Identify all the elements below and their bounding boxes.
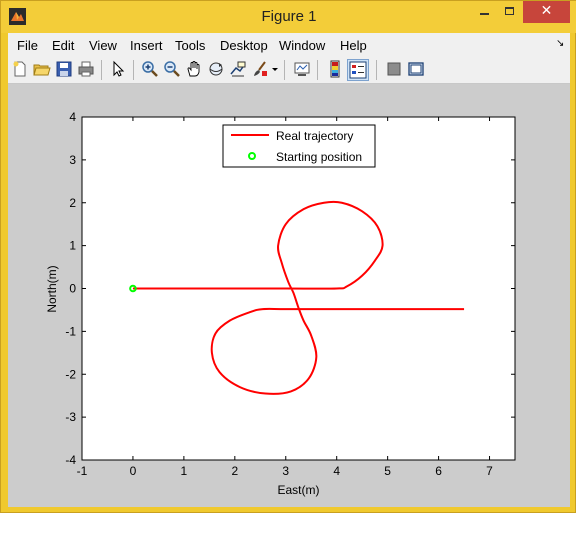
menu-help[interactable]: Help bbox=[340, 38, 367, 53]
y-tick-label: -4 bbox=[65, 453, 76, 467]
open-file-icon[interactable] bbox=[33, 60, 51, 78]
maximize-icon bbox=[505, 7, 514, 15]
edit-plot-arrow-icon[interactable] bbox=[109, 60, 127, 78]
print-figure-icon[interactable] bbox=[77, 60, 95, 78]
brush-dropdown-icon[interactable] bbox=[270, 60, 280, 78]
y-tick-label: 0 bbox=[69, 282, 76, 296]
menu-view[interactable]: View bbox=[89, 38, 117, 53]
toolbar-separator bbox=[284, 60, 285, 80]
figure-canvas[interactable]: -1 0 1 2 3 4 5 6 7 -4 -3 -2 -1 0 1 2 3 4 East(m) North(m)… bbox=[1, 84, 570, 539]
menu-insert[interactable]: Insert bbox=[130, 38, 163, 53]
toolbar-separator bbox=[317, 60, 318, 80]
y-tick-label: -1 bbox=[65, 324, 76, 338]
x-tick-label: -1 bbox=[77, 464, 88, 478]
new-figure-icon[interactable] bbox=[11, 60, 29, 78]
zoom-in-icon[interactable] bbox=[141, 60, 159, 78]
insert-legend-button[interactable] bbox=[347, 59, 369, 81]
x-tick-label: 1 bbox=[181, 464, 188, 478]
minimize-button[interactable] bbox=[471, 1, 497, 23]
title-bar[interactable]: Figure 1 ✕ bbox=[1, 1, 576, 33]
x-axis-label: East(m) bbox=[278, 483, 320, 497]
figure-toolbar bbox=[8, 56, 570, 84]
minimize-icon bbox=[480, 13, 489, 15]
y-tick-label: 2 bbox=[69, 196, 76, 210]
maximize-button[interactable] bbox=[497, 1, 523, 23]
legend-label-real-trajectory: Real trajectory bbox=[276, 129, 353, 143]
hide-plot-tools-icon[interactable] bbox=[385, 60, 403, 78]
insert-legend-icon bbox=[349, 61, 367, 79]
save-figure-icon[interactable] bbox=[55, 60, 73, 78]
x-tick-label: 3 bbox=[282, 464, 289, 478]
x-tick-label: 6 bbox=[435, 464, 442, 478]
zoom-out-icon[interactable] bbox=[163, 60, 181, 78]
close-icon: ✕ bbox=[540, 3, 553, 19]
y-tick-label: 4 bbox=[69, 110, 76, 124]
y-tick-label: 1 bbox=[69, 239, 76, 253]
x-tick-label: 7 bbox=[486, 464, 493, 478]
toolbar-separator bbox=[376, 60, 377, 80]
legend[interactable]: Real trajectory Starting position bbox=[222, 124, 376, 168]
x-tick-label: 5 bbox=[384, 464, 391, 478]
toolbar-separator bbox=[133, 60, 134, 80]
x-tick-label: 2 bbox=[231, 464, 238, 478]
link-plot-icon[interactable] bbox=[293, 60, 311, 78]
y-axis-label: North(m) bbox=[45, 265, 59, 312]
menu-desktop[interactable]: Desktop bbox=[220, 38, 268, 53]
menu-bar: File Edit View Insert Tools Desktop Wind… bbox=[8, 33, 570, 56]
pan-hand-icon[interactable] bbox=[185, 60, 203, 78]
insert-colorbar-icon[interactable] bbox=[326, 60, 344, 78]
dock-arrow-icon[interactable]: ↘ bbox=[556, 38, 564, 49]
menu-window[interactable]: Window bbox=[279, 38, 325, 53]
y-tick-label: 3 bbox=[69, 153, 76, 167]
figure-window: Figure 1 ✕ File Edit View Insert Tools D… bbox=[0, 0, 576, 513]
rotate-3d-icon[interactable] bbox=[207, 60, 225, 78]
brush-icon[interactable] bbox=[251, 60, 269, 78]
close-button[interactable]: ✕ bbox=[523, 1, 570, 23]
menu-tools[interactable]: Tools bbox=[175, 38, 205, 53]
y-tick-label: -3 bbox=[65, 410, 76, 424]
x-tick-label: 4 bbox=[333, 464, 340, 478]
menu-file[interactable]: File bbox=[17, 38, 38, 53]
show-plot-tools-icon[interactable] bbox=[407, 60, 425, 78]
data-cursor-icon[interactable] bbox=[229, 60, 247, 78]
y-tick-label: -2 bbox=[65, 367, 76, 381]
x-tick-label: 0 bbox=[130, 464, 137, 478]
menu-edit[interactable]: Edit bbox=[52, 38, 74, 53]
toolbar-separator bbox=[101, 60, 102, 80]
legend-label-starting-position: Starting position bbox=[276, 150, 362, 164]
